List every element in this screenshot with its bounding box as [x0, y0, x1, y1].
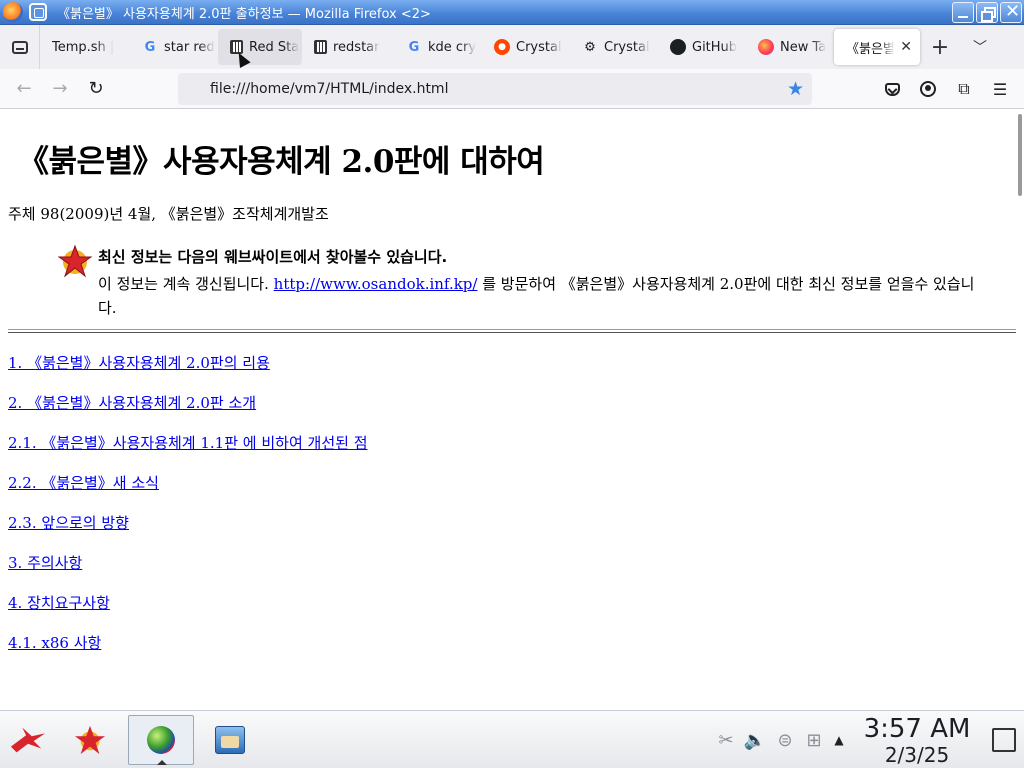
- extensions-button[interactable]: ⧉: [946, 73, 982, 105]
- toc-link[interactable]: 4.1. x86 사항: [8, 632, 368, 672]
- toc-link[interactable]: 2.3. 앞으로의 방향: [8, 512, 368, 552]
- tab-label: Temp.sh |: [52, 39, 115, 55]
- tab-red-star[interactable]: Red Sta: [218, 29, 302, 65]
- tab-label: GitHub: [692, 39, 738, 55]
- list-all-tabs-button[interactable]: ﹀: [960, 37, 1000, 57]
- tab-active-redstar-info[interactable]: 《붉은별 ✕: [834, 29, 920, 65]
- table-of-contents: 1. 《붉은별》사용자용체계 2.0판의 리용 2. 《붉은별》사용자용체계 2…: [8, 352, 368, 672]
- forward-button[interactable]: →: [42, 73, 78, 105]
- tab-label: star red: [164, 39, 215, 55]
- crystal-icon: ⚙: [584, 39, 596, 55]
- window-titlebar[interactable]: 《붉은별》 사용자용체계 2.0판 출하정보 — Mozilla Firefox…: [0, 0, 1024, 25]
- network-icon[interactable]: ⊜: [770, 730, 800, 751]
- browser-globe-icon: [147, 726, 175, 754]
- clock-date: 2/3/25: [884, 743, 950, 767]
- volume-icon[interactable]: 🔈: [740, 730, 770, 751]
- hamburger-icon: ☰: [992, 79, 1008, 99]
- taskbar-firefox-window[interactable]: [128, 715, 194, 765]
- close-icon: ✕: [1005, 1, 1021, 22]
- bookmark-star-icon[interactable]: ★: [787, 78, 804, 100]
- tab-label: redstar: [333, 39, 380, 55]
- toc-link[interactable]: 4. 장치요구사항: [8, 592, 368, 632]
- google-icon: G: [144, 39, 156, 55]
- tab-redstar[interactable]: redstar: [302, 29, 394, 65]
- url-bar[interactable]: file:///home/vm7/HTML/index.html ★: [178, 73, 812, 105]
- toc-link[interactable]: 3. 주의사항: [8, 552, 368, 592]
- file-manager-launcher[interactable]: [206, 715, 254, 765]
- redstar-icon: [314, 40, 327, 54]
- page-scrollbar[interactable]: [1016, 110, 1024, 710]
- reddit-icon: ●: [494, 39, 510, 55]
- tab-label: 《붉은별: [846, 41, 895, 57]
- navigation-bar: ← → ↻ file:///home/vm7/HTML/index.html ★…: [0, 69, 1024, 109]
- redstar-start-icon: [10, 727, 46, 753]
- back-button[interactable]: ←: [6, 73, 42, 105]
- firefox-view-icon: [11, 40, 28, 54]
- window-title: 《붉은별》 사용자용체계 2.0판 출하정보 — Mozilla Firefox…: [57, 6, 431, 22]
- taskbar: ✂ 🔈 ⊜ ⊞ ▲ 3:57 AM 2/3/25: [0, 710, 1024, 768]
- new-tab-button[interactable]: +: [920, 35, 960, 60]
- firefox-view-button[interactable]: [0, 25, 40, 69]
- github-icon: [670, 39, 686, 55]
- horizontal-rule: [8, 329, 1016, 333]
- osandok-link[interactable]: http://www.osandok.inf.kp/: [274, 275, 478, 293]
- redstar-launcher[interactable]: [66, 715, 114, 765]
- clock[interactable]: 3:57 AM 2/3/25: [862, 714, 972, 766]
- show-desktop-button[interactable]: [992, 728, 1016, 752]
- tab-label: Crystal: [516, 39, 562, 55]
- account-icon: [920, 81, 936, 97]
- tab-label: kde cry: [428, 39, 477, 55]
- tab-temp-sh[interactable]: Temp.sh |: [40, 29, 130, 65]
- page-title: 《붉은별》사용자용체계 2.0판에 대하여: [18, 144, 545, 180]
- url-text[interactable]: file:///home/vm7/HTML/index.html: [210, 81, 448, 97]
- tab-strip: Temp.sh | G star red Red Sta redstar G k…: [0, 25, 1024, 69]
- notice-text-before: 이 정보는 계속 갱신됩니다.: [98, 275, 274, 293]
- window-menu-icon[interactable]: [29, 3, 47, 21]
- file-manager-icon: [215, 726, 245, 754]
- input-method-icon[interactable]: ⊞: [800, 730, 828, 751]
- tab-label: New Ta: [780, 39, 827, 55]
- notice-heading: 최신 정보는 다음의 웨브싸이트에서 찾아볼수 있습니다.: [98, 248, 448, 266]
- account-button[interactable]: [910, 73, 946, 105]
- tab-kde-crystal[interactable]: G kde cry: [394, 29, 482, 65]
- page-content: 《붉은별》사용자용체계 2.0판에 대하여 주체 98(2009)년 4월, 《…: [0, 110, 1016, 710]
- close-tab-icon[interactable]: ✕: [900, 39, 912, 55]
- start-menu-button[interactable]: [4, 715, 52, 765]
- reload-button[interactable]: ↻: [78, 73, 114, 105]
- tab-new-tab[interactable]: New Ta: [746, 29, 834, 65]
- redstar-launcher-icon: [74, 725, 106, 755]
- page-byline: 주체 98(2009)년 4월, 《붉은별》조작체계개발조: [8, 205, 329, 223]
- google-icon: G: [408, 39, 420, 55]
- firefox-icon: [758, 39, 774, 55]
- puzzle-icon: ⧉: [958, 79, 970, 98]
- redstar-badge-icon: [58, 244, 92, 278]
- minimize-button[interactable]: [952, 2, 974, 23]
- toc-link[interactable]: 2.2. 《붉은별》새 소식: [8, 472, 368, 512]
- pocket-button[interactable]: [874, 73, 910, 105]
- scrollbar-thumb[interactable]: [1018, 114, 1022, 196]
- system-tray: ✂ 🔈 ⊜ ⊞ ▲: [712, 711, 850, 769]
- scissors-icon[interactable]: ✂: [712, 730, 740, 751]
- tab-label: Red Sta: [249, 39, 300, 55]
- tab-crystal[interactable]: ⚙ Crystal: [570, 29, 658, 65]
- toc-link[interactable]: 2. 《붉은별》사용자용체계 2.0판 소개: [8, 392, 368, 432]
- maximize-button[interactable]: [976, 2, 998, 23]
- pocket-icon: [884, 82, 900, 96]
- tab-label: Crystal: [604, 39, 650, 55]
- clock-time: 3:57 AM: [863, 714, 971, 744]
- tray-expand-icon[interactable]: ▲: [828, 733, 850, 747]
- app-menu-button[interactable]: ☰: [982, 73, 1018, 105]
- tab-github[interactable]: GitHub: [658, 29, 746, 65]
- toc-link[interactable]: 2.1. 《붉은별》사용자용체계 1.1판 에 비하여 개선된 점: [8, 432, 368, 472]
- notice-body: 이 정보는 계속 갱신됩니다. http://www.osandok.inf.k…: [98, 272, 978, 320]
- toc-link[interactable]: 1. 《붉은별》사용자용체계 2.0판의 리용: [8, 352, 368, 392]
- tab-crystal-reddit[interactable]: ● Crystal: [482, 29, 570, 65]
- tab-star-red[interactable]: G star red: [130, 29, 218, 65]
- firefox-app-icon[interactable]: [3, 2, 23, 22]
- close-window-button[interactable]: ✕: [1000, 1, 1022, 23]
